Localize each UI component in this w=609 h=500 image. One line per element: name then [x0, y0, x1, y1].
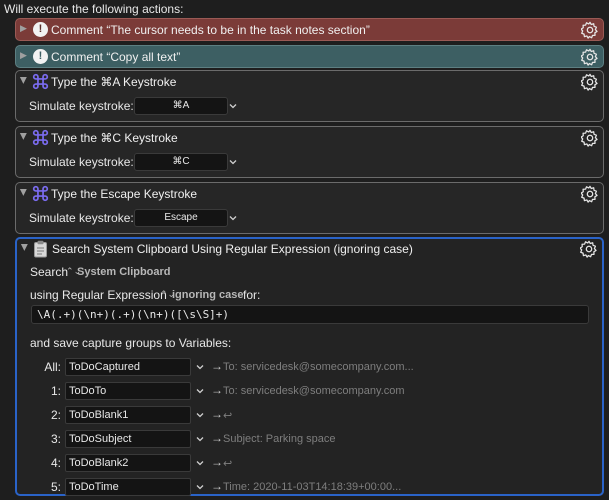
action-title: Type the ⌘C Keystroke — [51, 131, 178, 145]
capture-group-label: 2: — [50, 408, 61, 422]
disclosure-triangle-icon[interactable]: ▶ — [19, 244, 30, 251]
keystroke-field[interactable]: Escape — [134, 209, 228, 227]
disclosure-triangle-icon[interactable]: ▶ — [20, 23, 27, 34]
chevron-down-icon[interactable] — [195, 482, 205, 492]
disclosure-triangle-icon[interactable]: ▶ — [18, 189, 29, 196]
action-titlebar[interactable]: ▶ Type the ⌘A Keystroke — [16, 71, 603, 93]
disclosure-triangle-icon[interactable]: ▶ — [18, 77, 29, 84]
chevron-down-icon[interactable] — [195, 410, 205, 420]
save-capture-groups-label: and save capture groups to Variables: — [30, 336, 232, 350]
chevron-down-icon[interactable] — [228, 101, 238, 111]
simulate-keystroke-label: Simulate keystroke: — [29, 211, 134, 225]
comment-action-cursor[interactable]: ▶ ! Comment “The cursor needs to be in t… — [15, 18, 604, 41]
actions-header: Will execute the following actions: — [4, 2, 184, 16]
action-title: Type the ⌘A Keystroke — [51, 75, 177, 89]
action-title: Search System Clipboard Using Regular Ex… — [52, 242, 413, 256]
chevron-down-icon[interactable] — [228, 213, 238, 223]
simulate-keystroke-label: Simulate keystroke: — [29, 155, 134, 169]
action-titlebar[interactable]: ▶ ! Comment “Copy all text” — [16, 46, 603, 68]
gear-icon[interactable] — [581, 73, 599, 91]
simulate-keystroke-label: Simulate keystroke: — [29, 99, 134, 113]
gear-icon[interactable] — [581, 21, 599, 39]
regex-field[interactable]: \A(.+)(\n+)(.+)(\n+)([\s\S]+) — [31, 305, 589, 324]
variable-field[interactable]: ToDoBlank1 — [65, 406, 191, 424]
using-regex-label: using Regular Expression — [30, 288, 167, 302]
capture-group-label: 1: — [50, 384, 61, 398]
type-keystroke-action-escape[interactable]: ▶ Type the Escape Keystroke Simulate key… — [15, 182, 604, 234]
arrow-right-icon: → — [211, 383, 223, 397]
keystroke-field[interactable]: ⌘C — [134, 153, 228, 171]
action-titlebar[interactable]: ▶ Search System Clipboard Using Regular … — [17, 239, 602, 261]
search-label: Search — [30, 265, 69, 279]
capture-preview: Time: 2020-11-03T14:18:39+00:00... — [223, 481, 402, 493]
action-title: Comment “The cursor needs to be in the t… — [51, 23, 370, 37]
variable-field[interactable]: ToDoTime — [65, 478, 191, 496]
action-titlebar[interactable]: ▶ ! Comment “The cursor needs to be in t… — [16, 19, 603, 41]
chevron-down-icon[interactable] — [228, 157, 238, 167]
clipboard-icon — [34, 240, 47, 258]
capture-group-label: 4: — [50, 456, 61, 470]
chevron-down-icon[interactable] — [195, 434, 205, 444]
command-key-icon — [32, 129, 49, 146]
arrow-right-icon: → — [211, 455, 223, 469]
disclosure-triangle-icon[interactable]: ▶ — [18, 133, 29, 140]
disclosure-triangle-icon[interactable]: ▶ — [20, 50, 27, 61]
type-keystroke-action-cmd-a[interactable]: ▶ Type the ⌘A Keystroke Simulate keystro… — [15, 70, 604, 122]
variable-field[interactable]: ToDoTo — [65, 382, 191, 400]
arrow-right-icon: → — [211, 407, 223, 421]
chevron-down-icon[interactable] — [195, 458, 205, 468]
variable-field[interactable]: ToDoSubject — [65, 430, 191, 448]
action-titlebar[interactable]: ▶ Type the Escape Keystroke — [16, 183, 603, 205]
capture-group-label: 5: — [50, 480, 61, 494]
gear-icon[interactable] — [581, 129, 599, 147]
variable-field[interactable]: ToDoCaptured — [65, 358, 191, 376]
case-mode-popup[interactable]: ignoring case — [172, 289, 244, 301]
chevron-down-icon[interactable] — [195, 362, 205, 372]
capture-group-label: All: — [44, 360, 61, 374]
arrow-right-icon: → — [211, 431, 223, 445]
chevron-down-icon[interactable] — [195, 386, 205, 396]
capture-group-label: 3: — [50, 432, 61, 446]
action-title: Comment “Copy all text” — [51, 50, 181, 64]
exclamation-icon: ! — [33, 49, 48, 64]
gear-icon[interactable] — [581, 185, 599, 203]
keystroke-field[interactable]: ⌘A — [134, 97, 228, 115]
exclamation-icon: ! — [33, 22, 48, 37]
comment-action-copy[interactable]: ▶ ! Comment “Copy all text” — [15, 45, 604, 68]
command-key-icon — [32, 73, 49, 90]
capture-preview: To: servicedesk@somecompany.com — [223, 385, 405, 397]
for-label: for: — [243, 288, 261, 302]
type-keystroke-action-cmd-c[interactable]: ▶ Type the ⌘C Keystroke Simulate keystro… — [15, 126, 604, 178]
gear-icon[interactable] — [581, 48, 599, 66]
capture-preview: ↩ — [223, 458, 233, 470]
action-titlebar[interactable]: ▶ Type the ⌘C Keystroke — [16, 127, 603, 149]
command-key-icon — [32, 185, 49, 202]
search-clipboard-regex-action[interactable]: ▶ Search System Clipboard Using Regular … — [15, 237, 604, 496]
capture-preview: Subject: Parking space — [223, 433, 336, 445]
arrow-right-icon: → — [211, 479, 223, 493]
arrow-right-icon: → — [211, 359, 223, 373]
capture-preview: To: servicedesk@somecompany.com... — [223, 361, 414, 373]
variable-field[interactable]: ToDoBlank2 — [65, 454, 191, 472]
search-source-popup[interactable]: System Clipboard — [77, 266, 171, 278]
gear-icon[interactable] — [580, 240, 598, 258]
capture-preview: ↩ — [223, 410, 233, 422]
action-title: Type the Escape Keystroke — [51, 187, 198, 201]
